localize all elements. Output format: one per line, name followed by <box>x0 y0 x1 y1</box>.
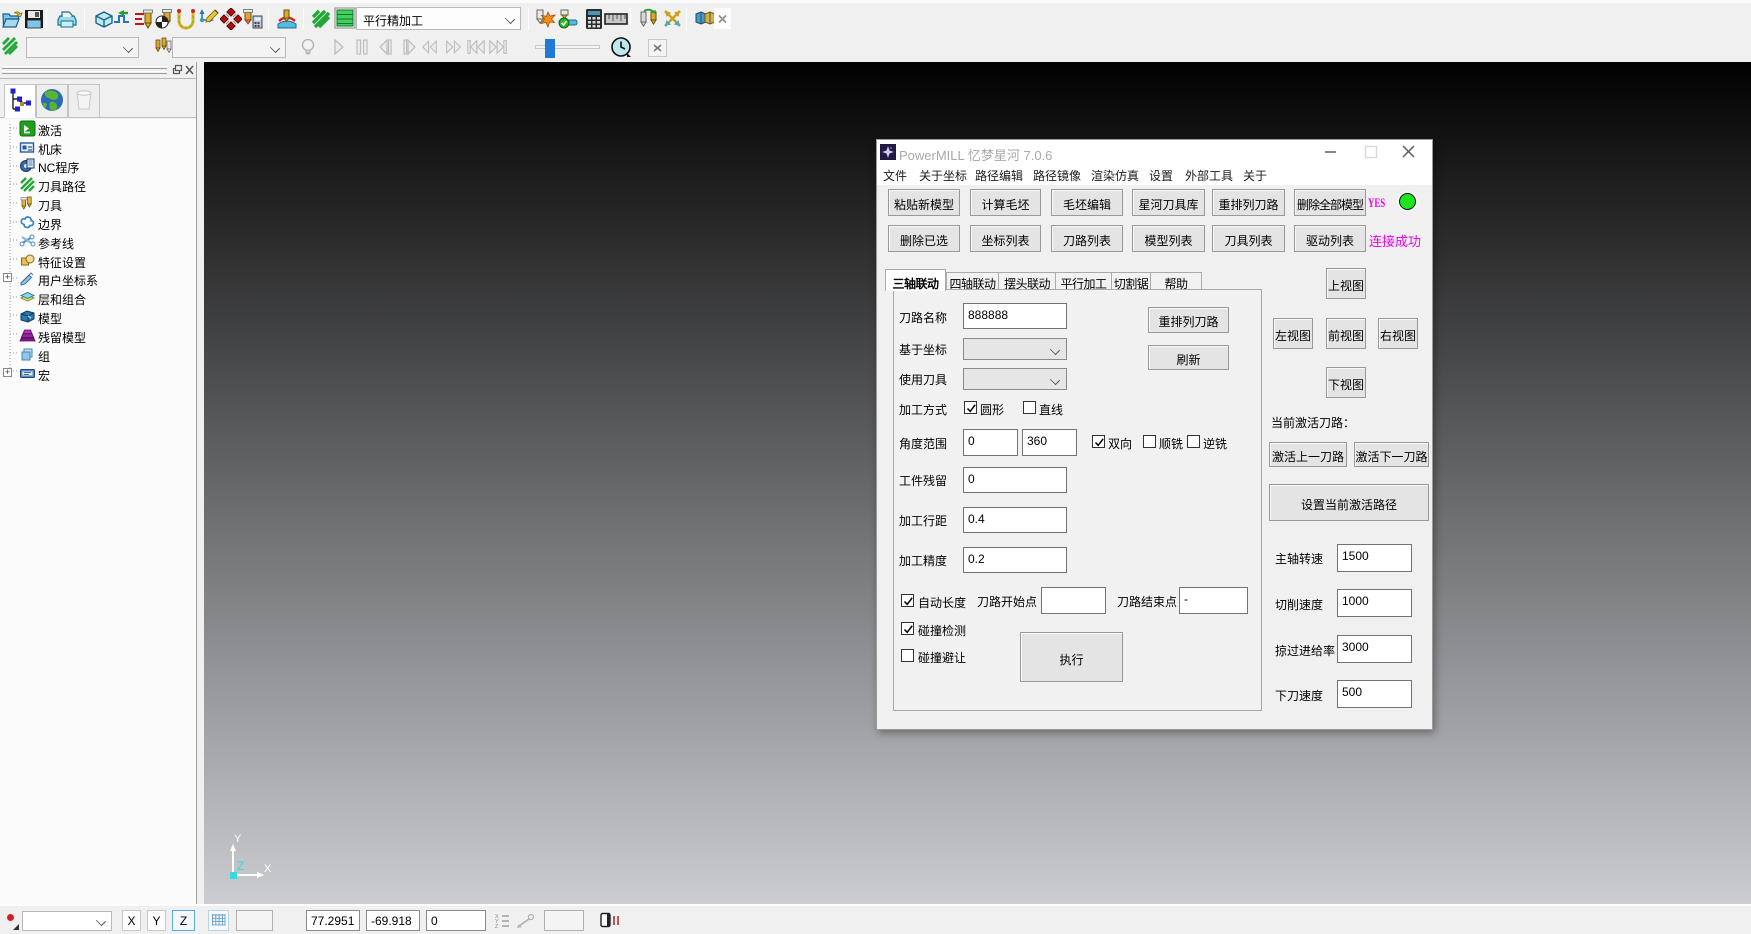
svg-text:Y: Y <box>234 833 242 845</box>
svg-text:Z: Z <box>237 859 244 873</box>
svg-text:X: X <box>264 863 272 875</box>
